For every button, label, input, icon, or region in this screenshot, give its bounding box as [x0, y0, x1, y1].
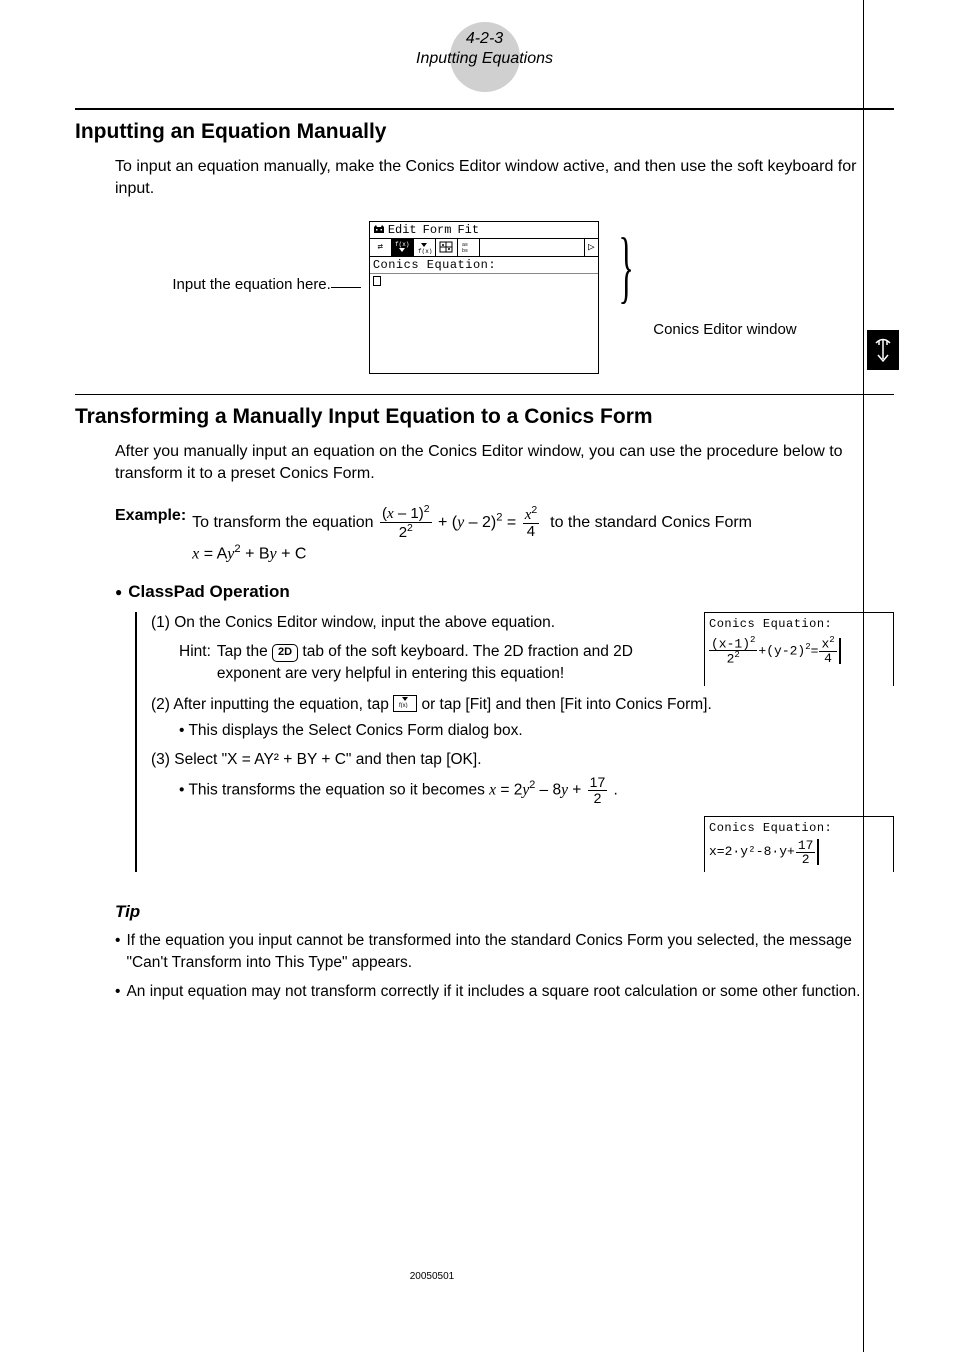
intro-manual-input: To input an equation manually, make the … — [115, 156, 894, 201]
caption-editor-window: Conics Editor window — [653, 221, 796, 338]
example-block: Example: To transform the equation (x – … — [115, 504, 894, 567]
editor-input-area[interactable] — [370, 273, 598, 373]
section-number: 4-2-3 — [385, 30, 585, 48]
menu-fit[interactable]: Fit — [457, 223, 479, 237]
cat-icon[interactable] — [372, 224, 386, 235]
divider — [75, 108, 894, 110]
operation-steps: (1) On the Conics Editor window, input t… — [135, 612, 894, 872]
leader-line — [331, 287, 361, 288]
editor-toolbar: ⇄ f(x) f(x) a≡b≡ ▷ — [370, 239, 598, 257]
step-1: (1) On the Conics Editor window, input t… — [151, 612, 690, 634]
toolbar-btn-list[interactable]: a≡b≡ — [458, 239, 480, 256]
snippet1-title: Conics Equation: — [709, 616, 889, 633]
menu-edit[interactable]: Edit — [388, 223, 417, 237]
footer-date: 20050501 — [0, 1271, 864, 1282]
snippet1-equation: (x-1)222 +(y-2)2= x24 — [709, 636, 889, 666]
key-2d-icon: 2D — [272, 644, 298, 662]
svg-text:b≡: b≡ — [462, 248, 468, 253]
toolbar-btn-arrows[interactable]: ⇄ — [370, 239, 392, 256]
heading-manual-input: Inputting an Equation Manually — [75, 120, 894, 144]
brace-icon: } — [607, 221, 645, 283]
page-header: 4-2-3 Inputting Equations — [385, 30, 585, 68]
tip-item-1: If the equation you input cannot be tran… — [126, 930, 894, 973]
svg-text:f(x): f(x) — [395, 241, 409, 248]
hint-label: Hint: — [179, 641, 211, 686]
snippet-input-equation: Conics Equation: (x-1)222 +(y-2)2= x24 — [704, 612, 894, 685]
toolbar-btn-grid[interactable] — [436, 239, 458, 256]
menu-form[interactable]: Form — [423, 223, 452, 237]
svg-text:f(x): f(x) — [399, 703, 408, 708]
example-body: To transform the equation (x – 1)222 + (… — [192, 504, 752, 567]
snippet-result-equation: Conics Equation: x=2·y²-8·y+ 172 — [704, 816, 894, 872]
hint-text: Tap the 2D tab of the soft keyboard. The… — [217, 641, 690, 686]
snippet2-title: Conics Equation: — [709, 820, 889, 837]
toolbar-btn-fx-down[interactable]: f(x) — [392, 239, 414, 256]
heading-transform: Transforming a Manually Input Equation t… — [75, 405, 894, 429]
editor-menu-bar[interactable]: Edit Form Fit — [370, 222, 598, 239]
tip-list: If the equation you input cannot be tran… — [115, 930, 894, 1003]
conics-editor-window: Edit Form Fit ⇄ f(x) f(x) a≡b≡ ▷ — [369, 221, 599, 374]
step-2: (2) After inputting the equation, tap f(… — [151, 694, 894, 743]
classpad-operation-heading: ClassPad Operation — [115, 582, 894, 602]
tip-heading: Tip — [115, 902, 894, 922]
text-cursor — [373, 276, 381, 286]
fit-toolbar-icon: f(x) — [393, 695, 417, 712]
intro-transform: After you manually input an equation on … — [115, 441, 894, 486]
example-label: Example: — [115, 504, 186, 528]
page-right-rule — [863, 0, 864, 1352]
svg-text:f(x): f(x) — [418, 248, 432, 254]
section-title: Inputting Equations — [385, 50, 585, 68]
thumb-tab-icon — [867, 330, 899, 370]
step-3: (3) Select "X = AY² + BY + C" and then t… — [151, 749, 894, 806]
caption-input-here: Input the equation here. — [172, 221, 330, 293]
toolbar-btn-fit-icon[interactable]: f(x) — [414, 239, 436, 256]
divider — [75, 394, 894, 395]
tip-item-2: An input equation may not transform corr… — [126, 981, 860, 1003]
toolbar-arrow-right[interactable]: ▷ — [584, 239, 598, 256]
snippet2-equation: x=2·y²-8·y+ 172 — [709, 839, 889, 866]
editor-panel-label: Conics Equation: — [370, 257, 598, 273]
